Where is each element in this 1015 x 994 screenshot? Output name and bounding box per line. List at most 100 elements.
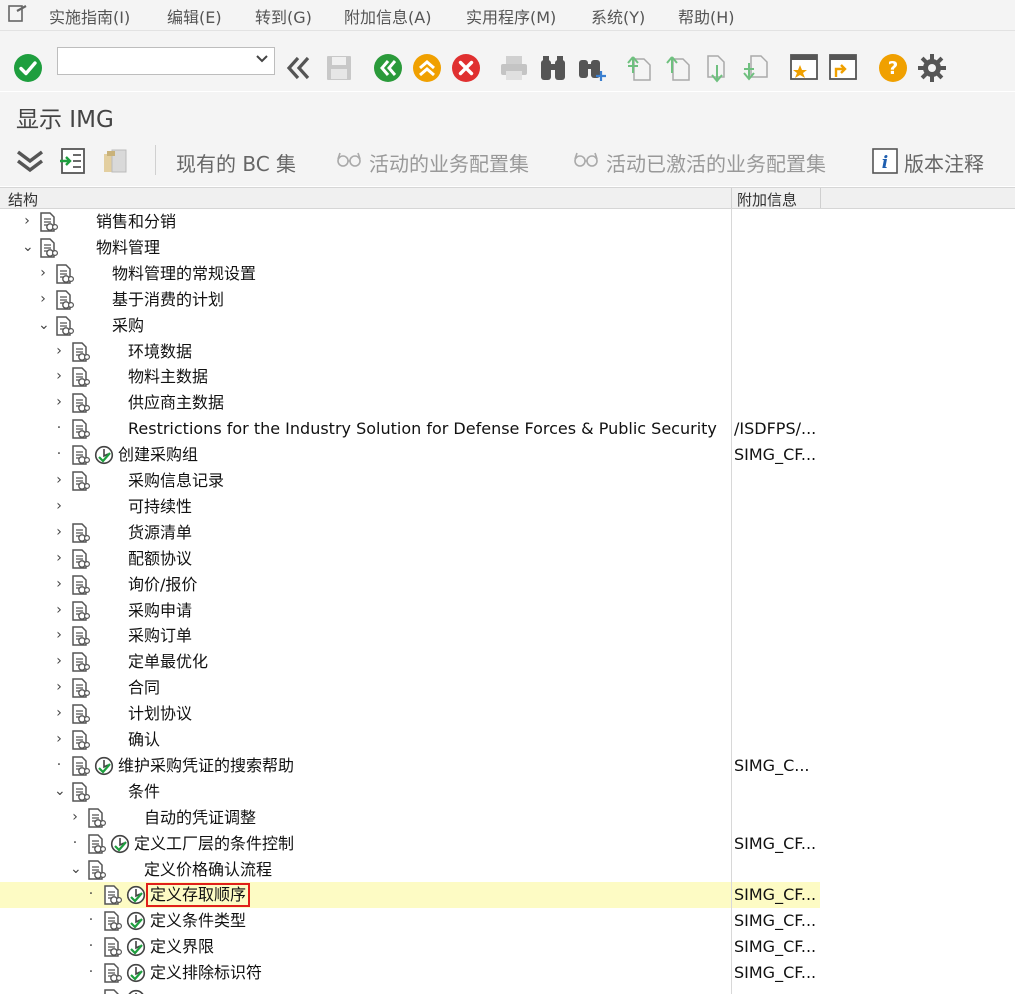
tree-node[interactable]: › 环境数据 (0, 339, 1015, 365)
menu-guide[interactable]: 实施指南(I) (49, 4, 130, 28)
document-node-icon[interactable] (86, 833, 107, 854)
column-additional-info-header[interactable]: 附加信息 (737, 189, 797, 210)
tree-node-label[interactable]: 采购信息记录 (128, 471, 224, 491)
tree-node[interactable]: › 物料主数据 (0, 364, 1015, 390)
tree-node[interactable]: › 采购申请 (0, 598, 1015, 624)
expand-arrow-icon[interactable]: › (54, 394, 64, 410)
save-button[interactable] (323, 52, 355, 84)
command-field-collapse-button[interactable] (282, 52, 314, 84)
expand-arrow-icon[interactable]: › (54, 705, 64, 721)
tree-node-label[interactable]: 条件 (128, 782, 160, 802)
tree-node-label[interactable]: 定义条件类型 (150, 911, 246, 931)
document-node-icon[interactable] (102, 911, 123, 932)
tree-node-label[interactable]: 定单最优化 (128, 652, 208, 672)
tree-node-label[interactable]: 可持续性 (128, 497, 192, 517)
expand-arrow-icon[interactable]: › (54, 498, 64, 514)
document-node-icon[interactable] (102, 989, 122, 994)
tree-node[interactable]: › 合同 (0, 675, 1015, 701)
tree-node-label[interactable]: 配额协议 (128, 549, 192, 569)
document-node-icon[interactable] (70, 471, 91, 491)
document-node-icon[interactable] (70, 730, 91, 750)
expand-arrow-icon[interactable]: › (54, 472, 64, 488)
column-divider[interactable] (731, 188, 732, 208)
tree-node[interactable]: ⌄ 定义价格确认流程 (0, 857, 1015, 883)
last-page-button[interactable] (741, 52, 773, 84)
document-node-icon[interactable] (70, 626, 91, 647)
expand-subtree-button[interactable] (14, 146, 46, 176)
tree-node-label[interactable]: 采购订单 (128, 626, 192, 646)
expand-arrow-icon[interactable]: › (54, 602, 64, 618)
tree-node-label[interactable]: 定义工厂层的条件控制 (134, 834, 294, 854)
document-node-icon[interactable] (54, 315, 75, 336)
document-node-icon[interactable] (54, 289, 75, 310)
help-button[interactable]: ? (877, 52, 909, 84)
execute-activity-icon[interactable] (94, 445, 114, 465)
release-notes-button[interactable]: 版本注释 (904, 148, 984, 177)
cancel-button[interactable] (450, 52, 482, 84)
expand-arrow-icon[interactable]: › (54, 343, 64, 359)
expand-arrow-icon[interactable]: › (54, 679, 64, 695)
menu-app-icon[interactable] (8, 5, 28, 23)
tree-node-label[interactable]: 环境数据 (128, 342, 192, 362)
where-used-button[interactable] (100, 146, 130, 176)
document-node-icon[interactable] (70, 704, 91, 724)
execute-activity-icon[interactable] (126, 911, 146, 931)
collapse-arrow-icon[interactable]: ⌄ (70, 861, 82, 877)
tree-node[interactable]: › 配额协议 (0, 546, 1015, 572)
tree-node[interactable]: · 定义存取顺序 SIMG_CF... (0, 882, 1015, 909)
tree-node-label[interactable]: 采购 (112, 316, 144, 336)
tree-node-label[interactable]: 计划协议 (128, 704, 192, 724)
existing-bc-sets-button[interactable]: 现有的 BC 集 (176, 148, 296, 177)
tree-node-label[interactable]: 询价/报价 (128, 575, 197, 595)
document-node-icon[interactable] (70, 367, 91, 388)
tree-node[interactable]: › 自动的凭证调整 (0, 805, 1015, 831)
document-node-icon[interactable] (70, 393, 91, 414)
tree-node-label[interactable]: 货源清单 (128, 523, 192, 543)
tree-node[interactable]: › 销售和分销 (0, 209, 1015, 235)
menu-goto[interactable]: 转到(G) (255, 4, 312, 28)
command-field[interactable] (57, 47, 275, 75)
tree-node[interactable]: › 计划协议 (0, 701, 1015, 727)
document-node-icon[interactable] (38, 238, 59, 258)
tree-node-label[interactable]: 物料管理的常规设置 (112, 264, 256, 284)
tree-node[interactable]: › 确认 (0, 727, 1015, 753)
previous-page-button[interactable] (663, 52, 695, 84)
expand-arrow-icon[interactable]: › (54, 653, 64, 669)
document-node-icon[interactable] (102, 937, 123, 957)
tree-node-label[interactable]: 定义排除标识符 (150, 963, 262, 983)
column-structure-header[interactable]: 结构 (8, 189, 38, 210)
tree-node[interactable]: › 供应商主数据 (0, 390, 1015, 416)
command-input[interactable] (62, 49, 251, 75)
expand-arrow-icon[interactable]: › (54, 368, 64, 384)
tree-node[interactable]: › 货源清单 (0, 520, 1015, 546)
activated-bc-sets-button[interactable]: 活动已激活的业务配置集 (606, 148, 826, 177)
tree-node[interactable]: › 采购信息记录 (0, 468, 1015, 494)
expand-arrow-icon[interactable]: › (70, 809, 80, 825)
tree-node[interactable]: ⌄ 条件 (0, 779, 1015, 805)
print-button[interactable] (498, 52, 530, 84)
chevron-down-icon[interactable] (256, 54, 268, 64)
column-divider[interactable] (820, 188, 821, 208)
document-node-icon[interactable] (102, 963, 123, 983)
document-node-icon[interactable] (70, 548, 91, 569)
tree-node-label[interactable]: 定义界限 (150, 937, 214, 957)
tree-node[interactable]: › 可持续性 (0, 494, 1015, 520)
active-bc-sets-button[interactable]: 活动的业务配置集 (369, 148, 529, 177)
exit-button[interactable] (411, 52, 443, 84)
tree-node[interactable]: ⌄ 采购 (0, 313, 1015, 339)
tree-node-label[interactable]: 物料管理 (96, 238, 160, 258)
tree-node[interactable]: · 定义条件类型 SIMG_CF... (0, 908, 1015, 934)
document-node-icon[interactable] (70, 756, 91, 776)
document-node-icon[interactable] (70, 652, 91, 673)
tree-node-label[interactable]: Restrictions for the Industry Solution f… (128, 419, 717, 439)
execute-activity-icon[interactable] (126, 885, 146, 905)
menu-system[interactable]: 系统(Y) (591, 4, 645, 28)
execute-activity-icon[interactable] (94, 756, 114, 776)
document-node-icon[interactable] (70, 782, 91, 802)
tree-node[interactable]: › 基于消费的计划 (0, 287, 1015, 313)
document-node-icon[interactable] (86, 807, 107, 828)
tree-node-label[interactable]: 自动的凭证调整 (144, 808, 256, 828)
expand-arrow-icon[interactable]: › (38, 265, 48, 281)
document-node-icon[interactable] (86, 859, 107, 880)
execute-activity-icon[interactable] (126, 937, 146, 957)
